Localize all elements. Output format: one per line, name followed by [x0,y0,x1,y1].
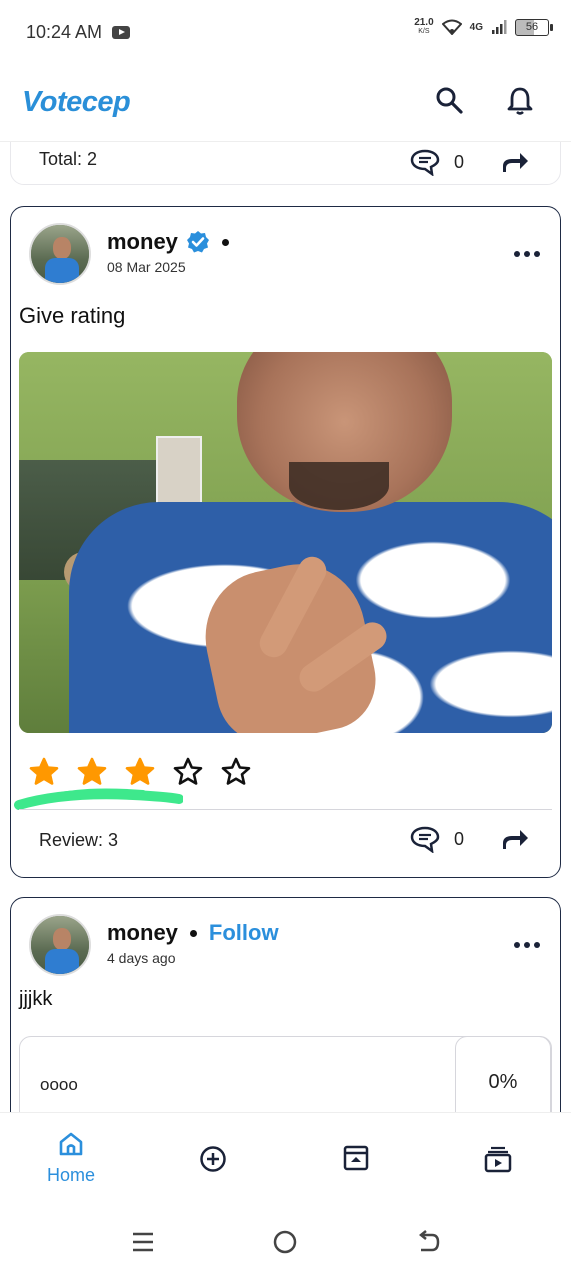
star-filled-icon[interactable] [77,757,107,787]
share-icon[interactable] [500,150,530,174]
comment-icon[interactable] [410,825,440,853]
nav-home-label: Home [46,1165,95,1185]
network-type: 4G [469,21,483,33]
app-header: Votecep [0,64,571,142]
poll-option[interactable]: oooo 0% [19,1036,552,1112]
separator-dot [189,929,197,937]
nav-videos[interactable] [463,1145,533,1173]
star-filled-icon[interactable] [29,757,59,787]
nav-create[interactable] [178,1145,248,1173]
follow-button[interactable]: Follow [209,920,279,946]
post-text: Give rating [19,303,126,328]
divider [19,809,552,810]
home-icon [59,1132,83,1156]
poll-total-votes: Total: 2 [39,149,98,169]
search-icon[interactable] [435,86,463,114]
comment-icon[interactable] [410,148,440,176]
post-actions: 0 [410,148,530,176]
net-speed-unit: K/S [418,28,430,35]
star-rating[interactable] [29,757,251,787]
comment-count: 0 [453,151,464,172]
system-navigation-bar [0,1206,571,1280]
post-author[interactable]: money [107,920,178,946]
feed[interactable]: Total: 2 0 money 08 Mar 2025 Give rating… [0,142,571,1112]
post-header: money Follow 4 days ago [29,914,279,976]
review-count[interactable]: Review: 3 [39,830,118,851]
star-empty-icon[interactable] [221,757,251,787]
post-image[interactable] [19,352,552,733]
poll-percentage: 0% [455,1036,551,1112]
post-date: 4 days ago [107,950,176,966]
back-icon[interactable] [416,1230,440,1254]
video-library-icon [484,1146,512,1173]
youtube-notification-icon [112,25,131,39]
post-text: jjjkk [19,988,53,1010]
poll-option-label: oooo [40,1075,78,1094]
post-card: money Follow 4 days ago jjjkk oooo 0% [10,897,561,1112]
add-circle-icon [200,1146,226,1172]
signal-icon [492,20,507,34]
verified-badge-icon [186,231,209,253]
avatar[interactable] [29,914,91,976]
avatar[interactable] [29,223,91,285]
post-date: 08 Mar 2025 [107,259,186,275]
recent-apps-icon[interactable] [132,1230,154,1254]
post-author[interactable]: money [107,229,178,255]
bottom-navigation: Home [0,1112,571,1206]
status-bar: 10:24 AM 21.0 K/S 4G 56 [0,0,571,64]
nav-archive[interactable] [321,1145,391,1171]
more-options-icon[interactable] [514,942,540,948]
post-actions: 0 [410,825,530,853]
battery-indicator: 56 [515,18,553,36]
status-indicators: 21.0 K/S 4G 56 [414,18,553,36]
separator-dot [221,238,229,246]
more-options-icon[interactable] [514,251,540,257]
post-header: money 08 Mar 2025 [29,223,229,285]
star-filled-icon[interactable] [125,757,155,787]
archive-icon [343,1145,369,1171]
share-icon[interactable] [500,827,530,851]
comment-count: 0 [453,828,464,849]
nav-home[interactable]: Home [36,1131,106,1186]
star-empty-icon[interactable] [173,757,203,787]
app-logo[interactable]: Votecep [22,86,131,119]
bell-icon[interactable] [507,86,533,116]
wifi-icon [441,19,462,35]
network-speed: 21.0 K/S [414,18,433,36]
post-card: money 08 Mar 2025 Give rating Review: 3 … [10,206,561,878]
previous-post-card: Total: 2 0 [10,142,561,185]
status-time: 10:24 AM [26,21,103,42]
home-button-icon[interactable] [273,1230,297,1254]
